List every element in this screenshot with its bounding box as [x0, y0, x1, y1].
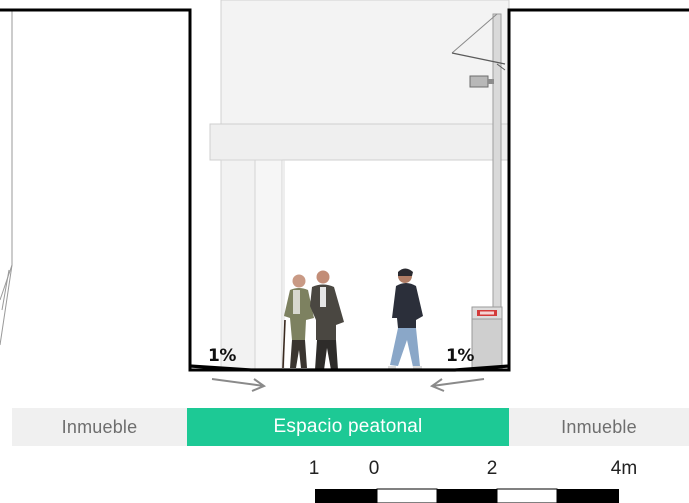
pedestrian-figure-icon [282, 274, 314, 369]
left-building [0, 0, 190, 370]
scale-bar [315, 488, 619, 503]
slope-label-left: 1% [208, 346, 236, 366]
pedestrian-figure-icon [310, 270, 344, 370]
drainage-arrow-icon [211, 378, 267, 392]
zone-label-pedestrian-space: Espacio peatonal [187, 408, 509, 446]
zone-label-building-left: Inmueble [12, 408, 187, 446]
bollard-planter-icon [471, 306, 503, 371]
scale-label: 0 [368, 458, 380, 479]
facade-pillar-right [254, 159, 283, 371]
scale-label: 2 [486, 458, 498, 479]
facade-pillar-left [220, 159, 256, 371]
drainage-arrow-icon [429, 378, 485, 392]
canopy-overhang [209, 123, 510, 161]
slope-label-right: 1% [446, 346, 474, 366]
scale-label: 4m [610, 458, 638, 479]
scale-label: 1 [308, 458, 320, 479]
zone-label-building-right: Inmueble [509, 408, 689, 446]
pedestrian-figure-icon [388, 268, 423, 370]
background-facade [220, 0, 510, 126]
